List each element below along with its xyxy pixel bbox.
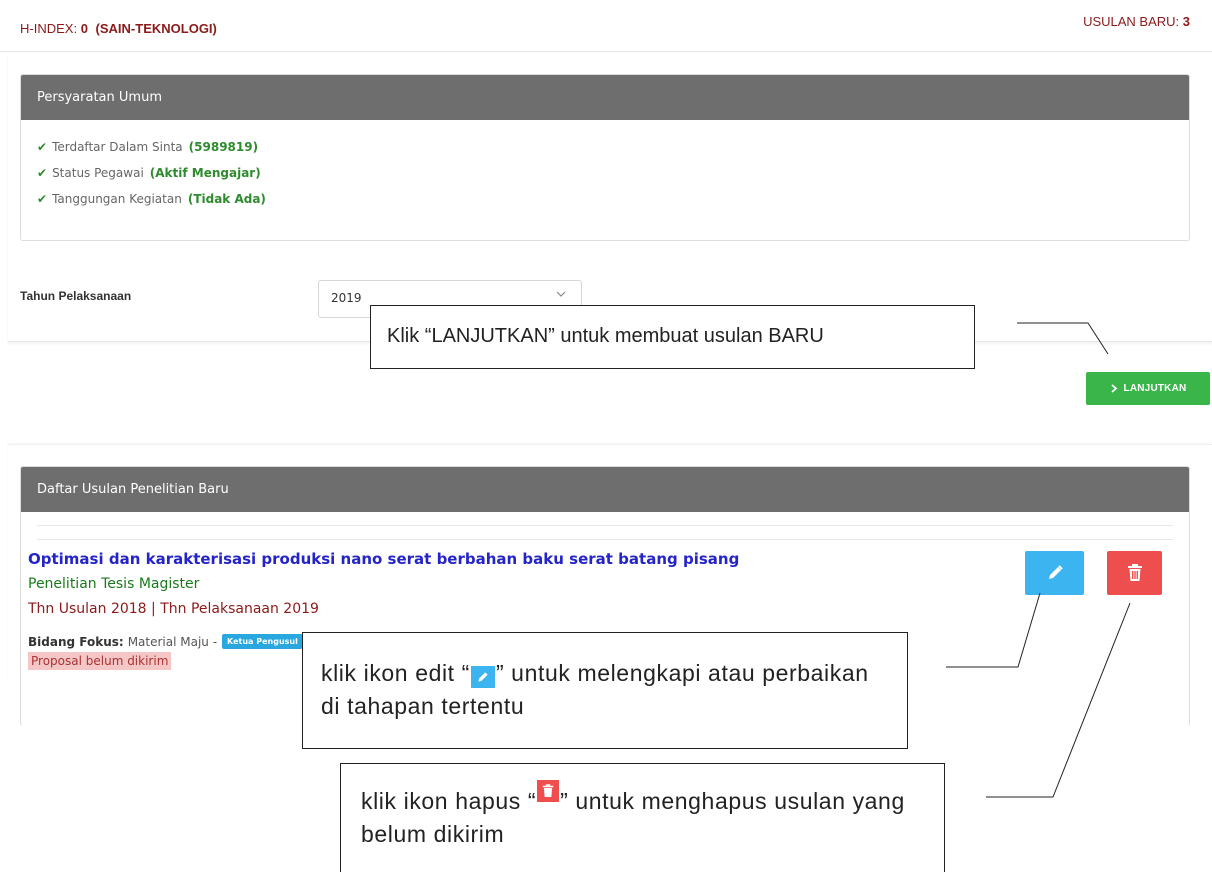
callout-hapus: klik ikon hapus “” untuk menghapus usula… [340,763,945,872]
callout-edit: klik ikon edit “” untuk melengkapi atau … [302,632,908,749]
chevron-down-icon [555,288,567,303]
check-icon: ✔ [37,191,48,206]
requirement-label: Tanggungan Kegiatan [52,191,182,206]
usulan-baru-value: 3 [1182,14,1190,29]
requirement-item: ✔ Tanggungan Kegiatan (Tidak Ada) [37,183,1173,214]
requirements-list: ✔ Terdaftar Dalam Sinta (5989819) ✔ Stat… [21,120,1189,230]
lanjutkan-button[interactable]: LANJUTKAN [1086,372,1210,405]
requirement-value: (Tidak Ada) [187,191,266,206]
check-icon: ✔ [37,139,48,154]
proposal-years: Thn Usulan 2018 | Thn Pelaksanaan 2019 [28,601,319,617]
requirement-value: (Aktif Mengajar) [149,165,261,180]
pencil-icon [470,666,495,688]
proposal-type: Penelitian Tesis Magister [28,576,200,592]
divider [37,539,1173,540]
callout-edit-text-pre: klik ikon edit “ [321,660,470,686]
usulan-baru-count: USULAN BARU: 3 [1083,14,1190,29]
trash-icon [537,780,560,802]
callout-lanjutkan: Klik “LANJUTKAN” untuk membuat usulan BA… [370,305,975,369]
cluster-label: (SAIN-TEKNOLOGI) [95,21,217,36]
callout-hapus-text-pre: klik ikon hapus “ [361,788,537,814]
requirement-value: (5989819) [188,139,259,154]
callout-lanjutkan-text: Klik “LANJUTKAN” untuk membuat usulan BA… [387,325,824,347]
bidang-value: Material Maju - [127,634,218,649]
proposal-bidang: Bidang Fokus: Material Maju - Ketua Peng… [28,634,303,649]
lanjutkan-button-label: LANJUTKAN [1123,383,1187,394]
bidang-label: Bidang Fokus: [28,634,124,649]
proposal-status: Proposal belum dikirim [28,652,172,670]
hindex-info: H-INDEX: 0 (SAIN-TEKNOLOGI) [20,21,217,36]
divider [37,525,1173,526]
requirements-panel: Persyaratan Umum ✔ Terdaftar Dalam Sinta… [20,74,1190,241]
delete-button[interactable] [1107,551,1162,595]
proposal-title-link[interactable]: Optimasi dan karakterisasi produksi nano… [28,550,739,568]
requirement-label: Status Pegawai [52,165,144,180]
pencil-icon [1046,564,1064,582]
chevron-right-icon [1110,384,1118,393]
trash-icon [1127,564,1143,582]
role-badge: Ketua Pengusul [222,634,303,649]
tahun-pelaksanaan-label: Tahun Pelaksanaan [20,289,132,303]
requirements-panel-title: Persyaratan Umum [21,75,1189,120]
usulan-baru-label: USULAN BARU: [1083,14,1180,29]
check-icon: ✔ [37,165,48,180]
hindex-value: 0 [80,21,88,36]
tahun-selected-value: 2019 [331,291,362,305]
requirement-label: Terdaftar Dalam Sinta [52,139,183,154]
hindex-label: H-INDEX: [20,21,78,36]
edit-button[interactable] [1025,551,1084,595]
proposal-list-title: Daftar Usulan Penelitian Baru [21,467,1189,512]
top-bar: H-INDEX: 0 (SAIN-TEKNOLOGI) USULAN BARU:… [0,0,1212,52]
